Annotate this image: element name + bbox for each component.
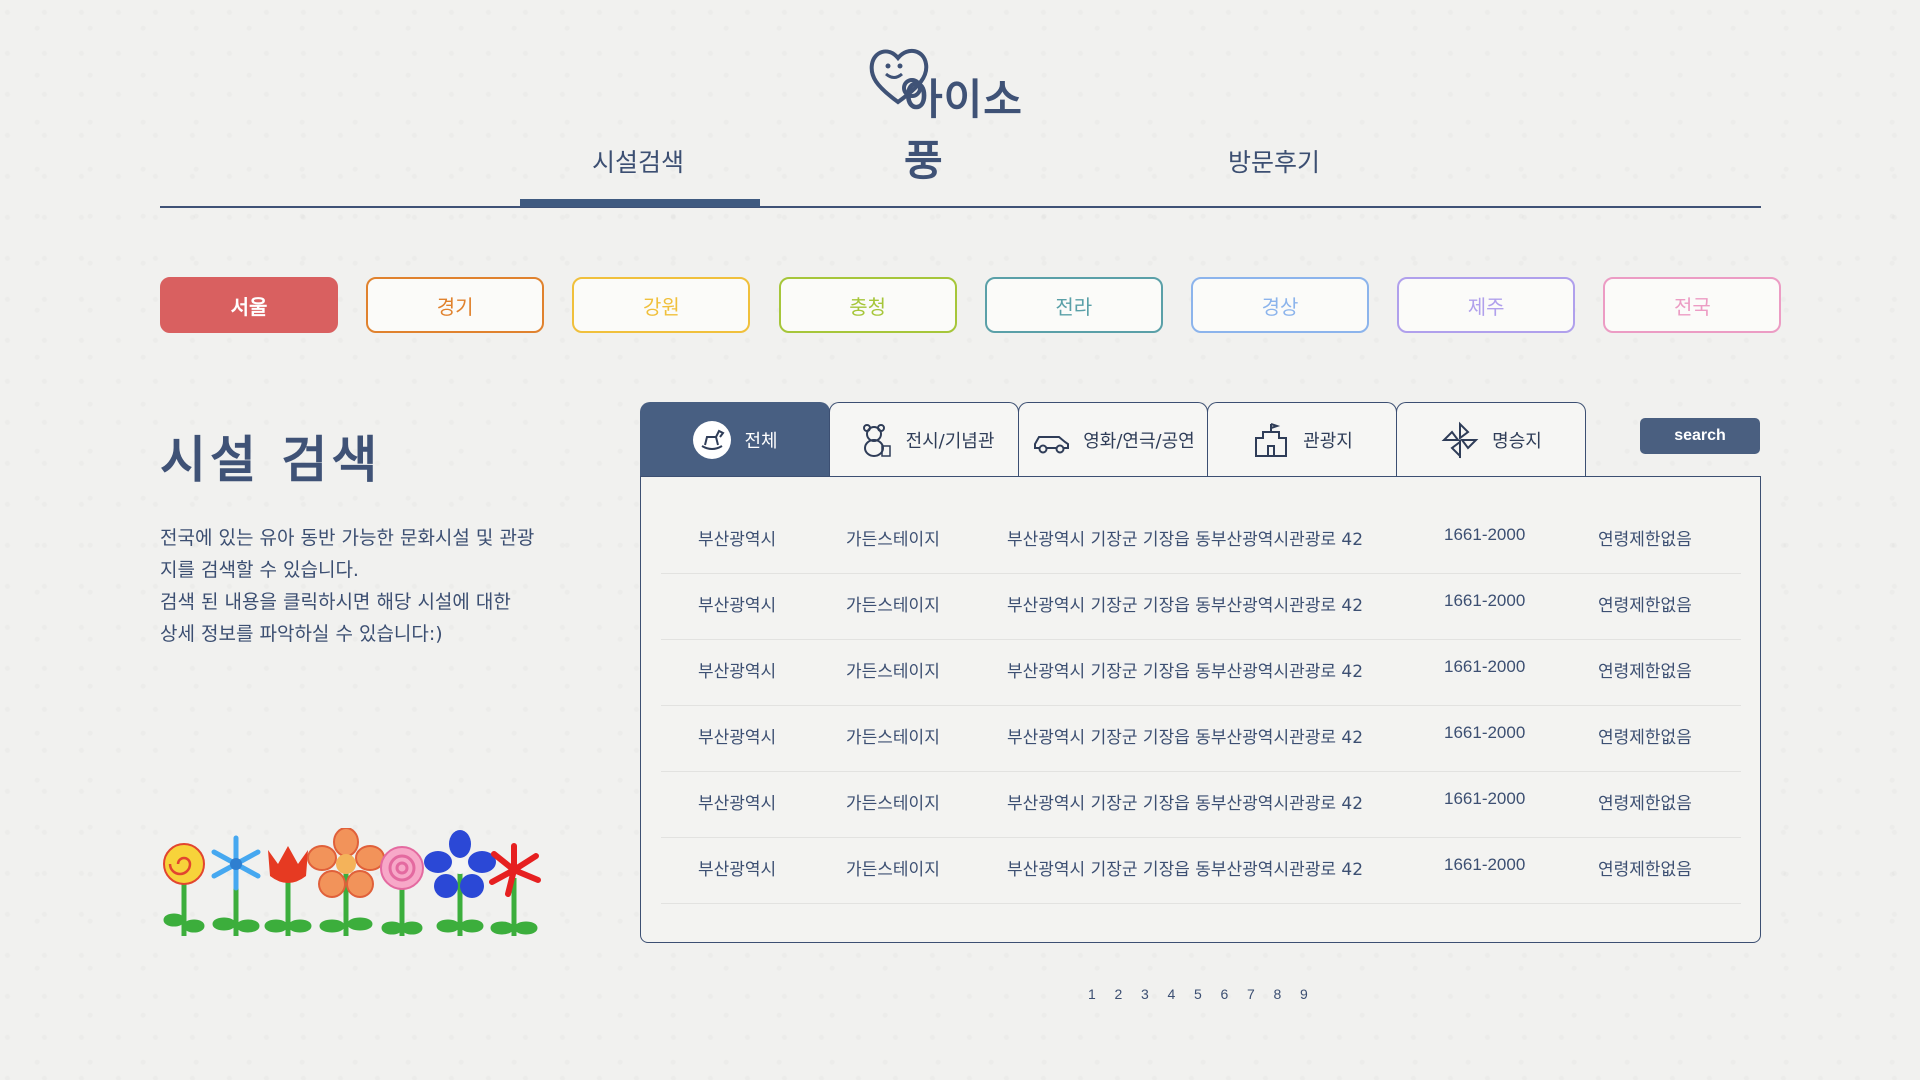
region-gangwon[interactable]: 강원 <box>572 277 751 333</box>
result-name: 가든스테이지 <box>846 596 940 616</box>
description-line: 검색 된 내용을 클릭하시면 해당 시설에 대한 <box>160 591 511 613</box>
page-description: 전국에 있는 유아 동반 가능한 문화시설 및 관광 지를 검색할 수 있습니다… <box>160 522 600 650</box>
description-line: 지를 검색할 수 있습니다. <box>160 559 359 581</box>
result-name: 가든스테이지 <box>846 530 940 550</box>
main-nav: 시설검색 방문후기 <box>160 135 1760 207</box>
result-age: 연령제한없음 <box>1598 530 1692 550</box>
region-label: 서울 <box>230 294 268 319</box>
pagination: 1 2 3 4 5 6 7 8 9 <box>1088 986 1327 1002</box>
result-city: 부산광역시 <box>698 728 777 748</box>
tab-category-scenic[interactable]: 명승지 <box>1396 402 1586 476</box>
page-link[interactable]: 7 <box>1247 986 1274 1002</box>
region-gyeongsang[interactable]: 경상 <box>1191 277 1369 333</box>
description-line: 전국에 있는 유아 동반 가능한 문화시설 및 관광 <box>160 527 535 549</box>
result-age: 연령제한없음 <box>1598 728 1692 748</box>
result-phone: 1661-2000 <box>1444 525 1526 544</box>
site-logo[interactable]: 아이소풍 <box>868 44 1053 185</box>
tab-visit-reviews[interactable]: 방문후기 <box>1228 143 1320 179</box>
result-age: 연령제한없음 <box>1598 794 1692 814</box>
result-row[interactable]: 부산광역시 가든스테이지 부산광역시 기장군 기장읍 동부산광역시관광로 42 … <box>661 507 1741 574</box>
page-link[interactable]: 5 <box>1194 986 1221 1002</box>
result-city: 부산광역시 <box>698 662 777 682</box>
tab-facility-search[interactable]: 시설검색 <box>592 143 684 179</box>
result-age: 연령제한없음 <box>1598 860 1692 880</box>
page-link[interactable]: 3 <box>1141 986 1168 1002</box>
description-line: 상세 정보를 파악하실 수 있습니다:) <box>160 623 443 645</box>
castle-icon <box>1255 422 1288 457</box>
result-name: 가든스테이지 <box>846 728 940 748</box>
result-row[interactable]: 부산광역시 가든스테이지 부산광역시 기장군 기장읍 동부산광역시관광로 42 … <box>661 573 1741 640</box>
active-tab-indicator <box>520 199 760 207</box>
result-phone: 1661-2000 <box>1444 789 1526 808</box>
result-address: 부산광역시 기장군 기장읍 동부산광역시관광로 42 <box>1007 596 1364 616</box>
result-name: 가든스테이지 <box>846 662 940 682</box>
region-chungcheong[interactable]: 충청 <box>778 277 957 333</box>
region-label: 전국 <box>1673 294 1711 319</box>
page-title: 시설 검색 <box>160 431 382 489</box>
result-address: 부산광역시 기장군 기장읍 동부산광역시관광로 42 <box>1007 662 1364 682</box>
result-phone: 1661-2000 <box>1444 723 1526 742</box>
category-label: 전체 <box>744 430 778 452</box>
flowers-illustration <box>163 828 541 936</box>
category-label: 관광지 <box>1303 430 1353 452</box>
result-name: 가든스테이지 <box>846 794 940 814</box>
result-phone: 1661-2000 <box>1444 591 1526 610</box>
result-row[interactable]: 부산광역시 가든스테이지 부산광역시 기장군 기장읍 동부산광역시관광로 42 … <box>661 837 1741 904</box>
result-address: 부산광역시 기장군 기장읍 동부산광역시관광로 42 <box>1007 794 1364 814</box>
region-jeolla[interactable]: 전라 <box>984 277 1163 333</box>
region-gyeonggi[interactable]: 경기 <box>366 277 545 333</box>
region-label: 전라 <box>1055 294 1093 319</box>
nav-divider <box>160 206 1761 208</box>
region-label: 경기 <box>436 294 474 319</box>
result-city: 부산광역시 <box>698 530 777 550</box>
teddy-bear-icon <box>862 423 891 457</box>
category-label: 명승지 <box>1492 430 1542 452</box>
region-seoul[interactable]: 서울 <box>160 277 338 333</box>
page-link[interactable]: 8 <box>1274 986 1301 1002</box>
page-link[interactable]: 1 <box>1088 986 1115 1002</box>
page-link[interactable]: 9 <box>1300 986 1327 1002</box>
page-link[interactable]: 4 <box>1168 986 1195 1002</box>
page-link[interactable]: 6 <box>1221 986 1248 1002</box>
search-button[interactable]: search <box>1640 418 1760 454</box>
page-link[interactable]: 2 <box>1115 986 1142 1002</box>
region-label: 강원 <box>642 294 680 319</box>
region-filter: 서울 경기 강원 충청 전라 경상 제주 전국 <box>160 277 1782 337</box>
result-city: 부산광역시 <box>698 860 777 880</box>
result-address: 부산광역시 기장군 기장읍 동부산광역시관광로 42 <box>1007 530 1364 550</box>
region-jeju[interactable]: 제주 <box>1397 277 1576 333</box>
result-row[interactable]: 부산광역시 가든스테이지 부산광역시 기장군 기장읍 동부산광역시관광로 42 … <box>661 639 1741 706</box>
region-label: 충청 <box>849 294 886 319</box>
result-row[interactable]: 부산광역시 가든스테이지 부산광역시 기장군 기장읍 동부산광역시관광로 42 … <box>661 705 1741 772</box>
result-phone: 1661-2000 <box>1444 855 1526 874</box>
result-address: 부산광역시 기장군 기장읍 동부산광역시관광로 42 <box>1007 728 1364 748</box>
region-label: 제주 <box>1467 294 1505 319</box>
rocking-horse-icon <box>693 420 732 459</box>
result-city: 부산광역시 <box>698 596 777 616</box>
result-city: 부산광역시 <box>698 794 777 814</box>
result-age: 연령제한없음 <box>1598 662 1692 682</box>
tab-category-all[interactable]: 전체 <box>640 402 830 476</box>
toy-car-icon <box>1034 435 1070 453</box>
tab-category-exhibition[interactable]: 전시/기념관 <box>829 402 1019 476</box>
results-list: 부산광역시 가든스테이지 부산광역시 기장군 기장읍 동부산광역시관광로 42 … <box>640 476 1761 943</box>
pinwheel-icon <box>1441 421 1479 458</box>
category-label: 전시/기념관 <box>905 430 995 452</box>
result-row[interactable]: 부산광역시 가든스테이지 부산광역시 기장군 기장읍 동부산광역시관광로 42 … <box>661 771 1741 838</box>
result-phone: 1661-2000 <box>1444 657 1526 676</box>
category-label: 영화/연극/공연 <box>1083 430 1195 452</box>
region-nationwide[interactable]: 전국 <box>1603 277 1782 333</box>
result-age: 연령제한없음 <box>1598 596 1692 616</box>
result-address: 부산광역시 기장군 기장읍 동부산광역시관광로 42 <box>1007 860 1364 880</box>
region-label: 경상 <box>1261 294 1299 319</box>
tab-category-tourist[interactable]: 관광지 <box>1207 402 1397 476</box>
result-name: 가든스테이지 <box>846 860 940 880</box>
tab-category-performance[interactable]: 영화/연극/공연 <box>1018 402 1208 476</box>
